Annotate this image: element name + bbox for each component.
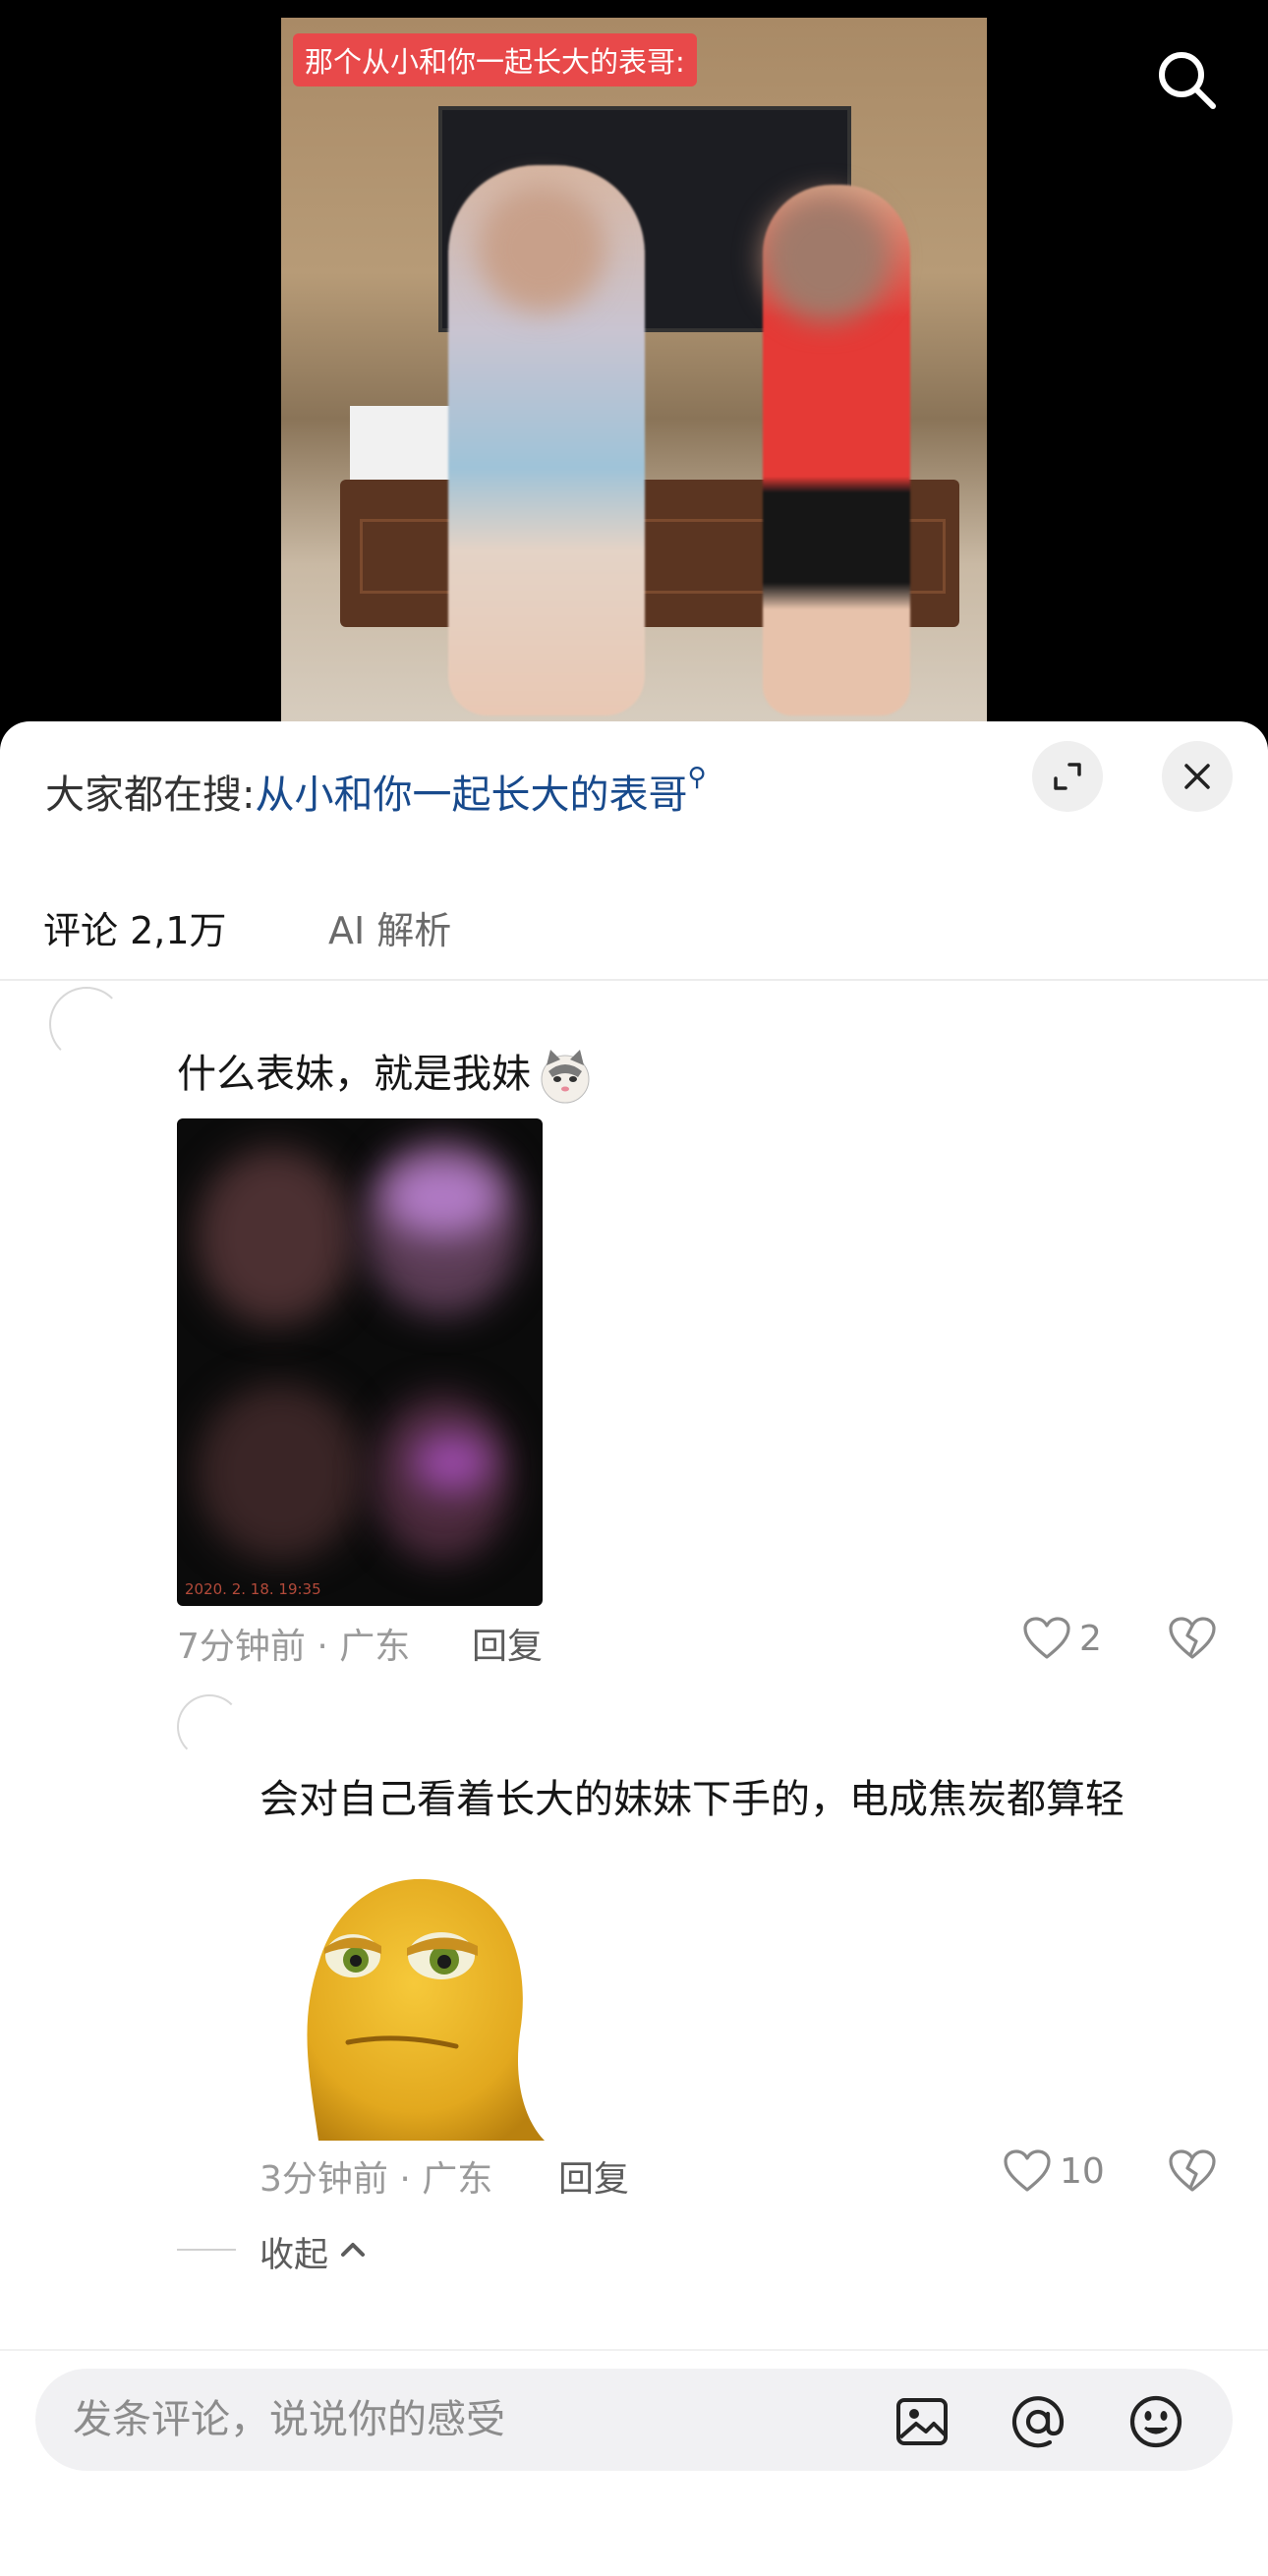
comment-1-like-button[interactable]: 2 [1022,1616,1102,1661]
heart-icon [1004,2149,1051,2192]
close-icon [1184,764,1210,789]
emoji-icon[interactable] [1128,2394,1183,2449]
at-icon[interactable] [1010,2394,1066,2449]
cat-emoji-icon [541,1050,590,1104]
comment-2-like-button[interactable]: 10 [1003,2148,1105,2194]
video-player[interactable]: 那个从小和你一起长大的表哥: [0,0,1268,747]
avatar[interactable] [49,987,124,1061]
expand-button[interactable] [1032,741,1103,812]
close-button[interactable] [1162,741,1233,812]
collapse-divider [177,2249,236,2251]
expand-icon [1054,763,1081,790]
comment-1-like-count: 2 [1079,1618,1102,1659]
image-icon[interactable] [894,2394,950,2449]
comment-2-text: 会对自己看着长大的妹妹下手的，电成焦炭都算轻 [259,1777,1124,1822]
comment-panel: 大家都在搜:从小和你一起长大的表哥⚲ 评论 2,1万 AI 解析 什么表妹，就是… [0,721,1268,2576]
comment-1-reply-button[interactable]: 回复 [472,1618,543,1669]
comment-2-meta: 3分钟前 · 广东 [259,2159,493,2200]
photo-timestamp: 2020. 2. 18. 19:35 [185,1580,321,1598]
comment-input-bar [35,2369,1233,2471]
video-caption: 那个从小和你一起长大的表哥: [293,33,697,86]
yellow-creature-sticker [259,1846,554,2141]
video-blurred-face [763,195,891,322]
broken-heart-icon[interactable] [1168,1616,1217,1661]
comment-input[interactable] [73,2392,820,2447]
comment-2-like-count: 10 [1060,2150,1105,2192]
heart-icon [1023,1617,1070,1659]
comment-1-body: 什么表妹，就是我妹 [177,1052,531,1097]
tab-bar: 评论 2,1万 AI 解析 [0,871,1268,981]
search-suggestion-link[interactable]: 从小和你一起长大的表哥 [255,773,687,818]
broken-heart-icon[interactable] [1168,2148,1217,2194]
comment-1-image[interactable]: 2020. 2. 18. 19:35 [177,1118,543,1606]
comment-2-image[interactable] [259,1846,554,2141]
tab-ai-analysis[interactable]: AI 解析 [328,900,451,954]
search-small-icon: ⚲ [687,763,707,792]
video-blurred-face [478,185,605,313]
tab-comments[interactable]: 评论 2,1万 [43,900,227,954]
chevron-up-icon [341,2243,365,2257]
comment-2-reply-button[interactable]: 回复 [558,2150,629,2202]
reply-avatar[interactable] [177,1694,242,1759]
comment-1-meta: 7分钟前 · 广东 [177,1627,411,1667]
video-frame: 那个从小和你一起长大的表哥: [281,18,987,747]
comment-1-text: 什么表妹，就是我妹 [177,1042,596,1107]
search-suggestion[interactable]: 大家都在搜:从小和你一起长大的表哥⚲ [45,763,707,820]
search-icon[interactable] [1152,45,1221,114]
collapse-label: 收起 [259,2236,329,2275]
search-suggestion-prefix: 大家都在搜: [45,773,256,818]
